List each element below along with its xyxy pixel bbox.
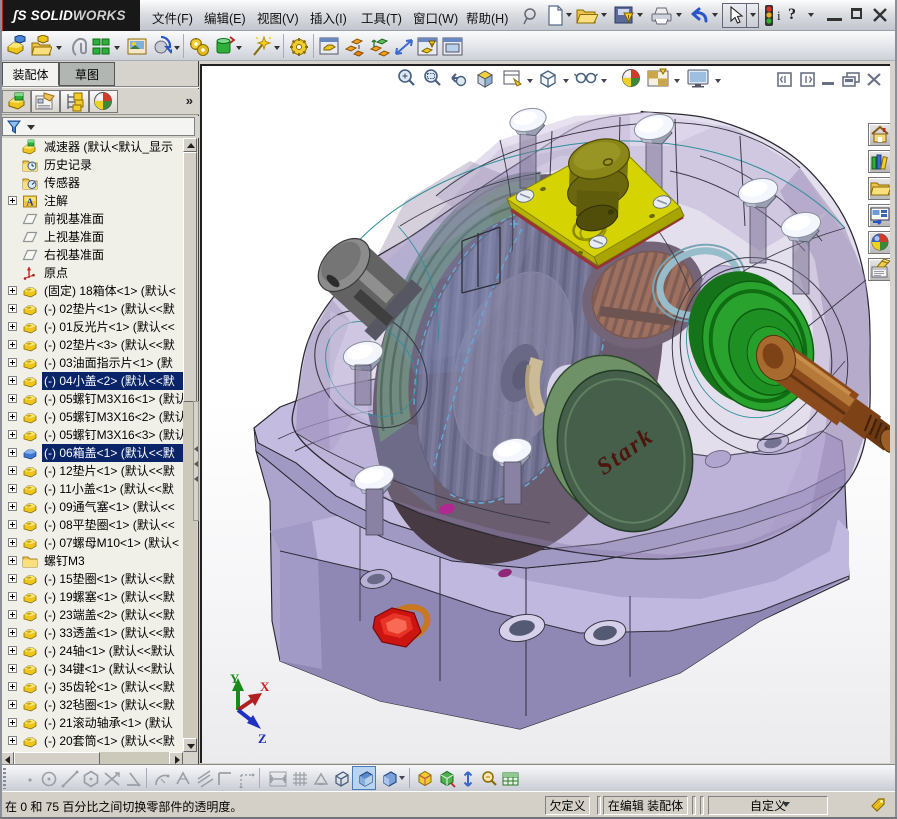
svg-text:X: X [260,679,270,694]
svg-text:A: A [26,198,34,209]
svg-text:Y: Y [230,671,240,686]
svg-text:Z: Z [258,731,267,746]
